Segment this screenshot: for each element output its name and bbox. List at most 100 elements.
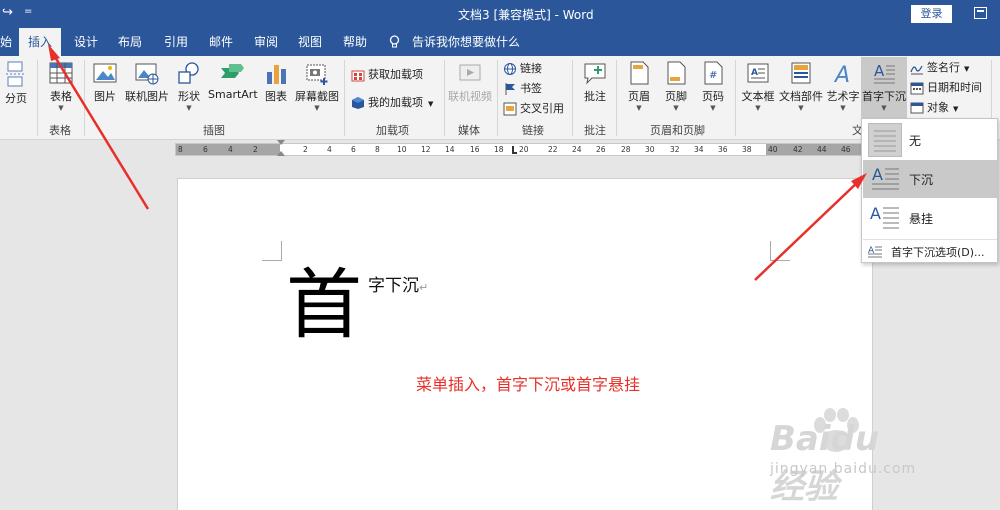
text-box-label: 文本框: [741, 90, 775, 103]
picture-icon: [93, 63, 117, 83]
drop-cap-button[interactable]: A 首字下沉 ▼: [861, 57, 907, 121]
header-button[interactable]: 页眉 ▼: [624, 60, 654, 112]
horizontal-ruler[interactable]: 8 6 4 2 2 4 6 8 10 12 14 16 18 20 22 24 …: [175, 140, 863, 156]
shapes-button[interactable]: 形状 ▼: [174, 60, 204, 112]
menu-item-none[interactable]: 无: [863, 121, 997, 159]
tab-file[interactable]: 始: [0, 28, 12, 56]
paragraph-text[interactable]: 字下沉↵: [368, 271, 428, 296]
tab-design[interactable]: 设计: [74, 28, 98, 56]
bookmark-button[interactable]: 书签: [503, 80, 542, 98]
chart-button[interactable]: 图表: [262, 60, 290, 104]
screenshot-button[interactable]: 屏幕截图 ▼: [294, 60, 340, 112]
link-icon: [504, 63, 516, 75]
ruler-number: 38: [742, 145, 752, 154]
date-time-button[interactable]: 日期和时间: [910, 79, 982, 97]
cross-reference-button[interactable]: 交叉引用: [503, 100, 564, 118]
smartart-icon: [221, 64, 244, 78]
ruler-number: 44: [817, 145, 827, 154]
tab-help[interactable]: 帮助: [343, 28, 367, 56]
ribbon-insert: 分页 表格 ▼ 表格 图片 联机图片 形状 ▼ SmartArt 图表 屏幕截图…: [0, 56, 1000, 140]
tab-mailings[interactable]: 邮件: [209, 28, 233, 56]
drop-cap-letter[interactable]: 首: [286, 263, 362, 347]
ruler-number: 14: [445, 145, 455, 154]
group-label-header-footer: 页眉和页脚: [650, 124, 705, 137]
cross-reference-label: 交叉引用: [520, 102, 564, 115]
my-addins-button[interactable]: 我的加载项 ▼: [351, 94, 433, 112]
comment-icon: [584, 63, 606, 85]
group-separator: [84, 60, 85, 136]
tab-review[interactable]: 审阅: [254, 28, 278, 56]
online-picture-icon: [135, 63, 159, 85]
ruler-number: 2: [303, 145, 308, 154]
header-label: 页眉: [628, 90, 650, 103]
ruler-number: 32: [670, 145, 680, 154]
hanging-indent-marker[interactable]: [277, 151, 285, 156]
first-line-indent-marker[interactable]: [277, 140, 285, 145]
login-button[interactable]: 登录: [911, 5, 952, 23]
ribbon-display-options-icon[interactable]: [974, 7, 987, 19]
link-label: 链接: [520, 62, 542, 75]
quick-parts-label: 文档部件: [779, 90, 823, 103]
chevron-down-icon: ▼: [953, 105, 959, 113]
menu-item-in-margin[interactable]: A 悬挂: [863, 199, 997, 237]
pictures-button[interactable]: 图片: [89, 60, 121, 104]
tab-references[interactable]: 引用: [164, 28, 188, 56]
online-pictures-button[interactable]: 联机图片: [125, 60, 169, 104]
customize-quick-access-icon[interactable]: =: [24, 6, 32, 17]
bookmark-label: 书签: [520, 82, 542, 95]
svg-text:A: A: [751, 68, 758, 78]
chevron-down-icon: ▼: [673, 104, 679, 112]
menu-item-dropped[interactable]: A 下沉: [863, 160, 997, 198]
table-button[interactable]: 表格 ▼: [45, 60, 77, 112]
ruler-number: 24: [572, 145, 582, 154]
my-addins-label: 我的加载项: [368, 96, 423, 109]
page-break-button[interactable]: 分页: [2, 60, 30, 106]
tell-me-search[interactable]: 告诉我你想要做什么: [412, 28, 520, 56]
tab-view[interactable]: 视图: [298, 28, 322, 56]
signature-line-button[interactable]: 签名行 ▼: [910, 59, 969, 77]
drop-cap-none-icon: [868, 123, 902, 157]
ruler-number: 8: [375, 145, 380, 154]
online-video-label: 联机视频: [448, 90, 492, 103]
wordart-button[interactable]: A 艺术字 ▼: [826, 60, 860, 112]
comment-button[interactable]: 批注: [580, 60, 610, 104]
object-button[interactable]: 对象 ▼: [910, 99, 958, 117]
online-video-button[interactable]: 联机视频: [446, 60, 494, 104]
page-number-button[interactable]: # 页码 ▼: [698, 60, 728, 112]
table-label: 表格: [50, 90, 72, 103]
menu-item-in-margin-label: 悬挂: [909, 212, 934, 226]
chevron-down-icon: ▼: [755, 104, 761, 112]
shapes-icon: [178, 62, 199, 84]
calendar-icon: [910, 82, 924, 95]
paragraph-rest-text: 字下沉: [368, 276, 419, 296]
redo-icon[interactable]: ↪: [2, 5, 13, 20]
menu-item-none-label: 无: [909, 134, 922, 148]
margin-corner-marker: [770, 241, 790, 261]
ruler-number: 12: [421, 145, 431, 154]
wordart-label: 艺术字: [826, 90, 860, 103]
ruler-number: 36: [718, 145, 728, 154]
shapes-label: 形状: [178, 90, 200, 103]
header-icon: [630, 61, 649, 85]
get-addins-button[interactable]: 获取加载项: [351, 66, 423, 84]
ruler-number: 46: [841, 145, 851, 154]
ruler-number: 30: [645, 145, 655, 154]
tab-stop-marker[interactable]: [512, 146, 517, 154]
svg-text:A: A: [872, 165, 883, 184]
quick-parts-button[interactable]: 文档部件 ▼: [778, 60, 824, 112]
link-button[interactable]: 链接: [503, 60, 542, 78]
footer-button[interactable]: 页脚 ▼: [661, 60, 691, 112]
menu-item-dropped-label: 下沉: [909, 173, 934, 187]
group-label-tables: 表格: [49, 124, 71, 137]
tab-insert[interactable]: 插入: [19, 28, 62, 56]
smartart-button[interactable]: SmartArt: [208, 60, 258, 101]
text-box-button[interactable]: A 文本框 ▼: [740, 60, 776, 112]
ruler-number: 28: [621, 145, 631, 154]
chevron-down-icon: ▼: [186, 104, 192, 112]
chevron-down-icon: ▼: [314, 104, 320, 112]
document-page[interactable]: 首 字下沉↵ 菜单插入，首字下沉或首字悬挂 Baidu经验 jingyan.ba…: [177, 178, 915, 510]
ruler-number: 8: [178, 145, 183, 154]
page-number-icon: #: [704, 61, 723, 85]
tab-layout[interactable]: 布局: [118, 28, 142, 56]
menu-item-drop-cap-options[interactable]: A 首字下沉选项(D)...: [863, 241, 997, 261]
